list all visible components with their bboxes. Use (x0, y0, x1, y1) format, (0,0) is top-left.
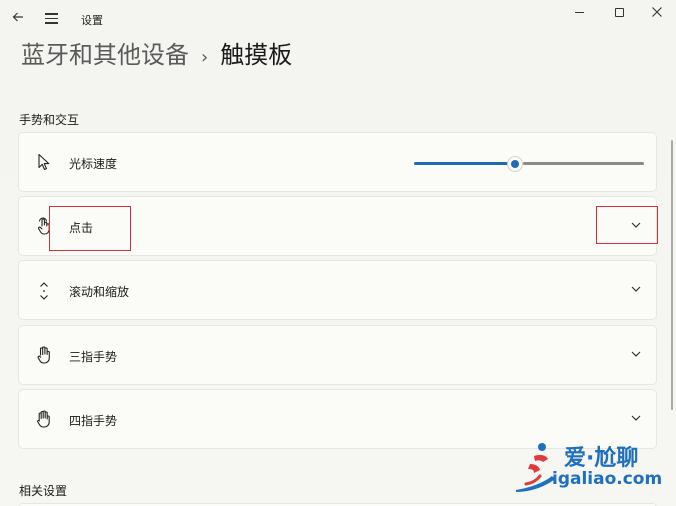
maximize-icon (614, 8, 624, 17)
window-title: 设置 (81, 14, 103, 27)
highlight-box-tap-chevron (596, 206, 658, 244)
minimize-icon (574, 12, 584, 13)
three-finger-label: 三指手势 (69, 350, 118, 364)
breadcrumb: 蓝牙和其他设备 › 触摸板 (21, 38, 292, 75)
watermark: 爱·尬聊 igaliao.com (512, 440, 676, 494)
section-heading-gestures: 手势和交互 (19, 113, 80, 127)
highlight-box-tap-label (49, 206, 131, 251)
cursor-speed-label: 光标速度 (69, 157, 118, 171)
maximize-button[interactable] (611, 4, 627, 20)
hamburger-icon[interactable] (43, 10, 61, 28)
page-title: 触摸板 (220, 41, 293, 69)
slider-thumb[interactable] (507, 156, 523, 172)
three-finger-row[interactable]: 三指手势 (18, 325, 657, 385)
title-bar: 设置 (0, 0, 676, 40)
breadcrumb-separator: › (201, 47, 209, 68)
cursor-speed-slider[interactable] (414, 154, 644, 174)
watermark-brand: 爱·尬聊 (564, 446, 639, 471)
close-button[interactable] (649, 4, 665, 20)
slider-track-fill (414, 162, 509, 165)
section-heading-related: 相关设置 (19, 484, 68, 498)
breadcrumb-parent-link[interactable]: 蓝牙和其他设备 (21, 41, 189, 69)
chevron-down-icon[interactable] (628, 410, 644, 426)
four-finger-hand-icon (35, 410, 53, 430)
cursor-speed-row: 光标速度 (18, 132, 657, 192)
scrollbar[interactable] (671, 140, 673, 410)
three-finger-hand-icon (35, 346, 53, 366)
chevron-down-icon[interactable] (628, 346, 644, 362)
back-arrow-icon[interactable] (9, 10, 27, 28)
slider-track[interactable] (523, 162, 644, 165)
scroll-arrows-icon (35, 281, 53, 301)
scroll-zoom-row[interactable]: 滚动和缩放 (18, 260, 657, 320)
minimize-button[interactable] (571, 4, 587, 20)
close-icon (652, 7, 662, 17)
four-finger-label: 四指手势 (69, 414, 118, 428)
cursor-icon (35, 153, 53, 173)
scroll-zoom-label: 滚动和缩放 (69, 285, 130, 299)
chevron-down-icon[interactable] (628, 281, 644, 297)
watermark-url: igaliao.com (552, 469, 663, 489)
